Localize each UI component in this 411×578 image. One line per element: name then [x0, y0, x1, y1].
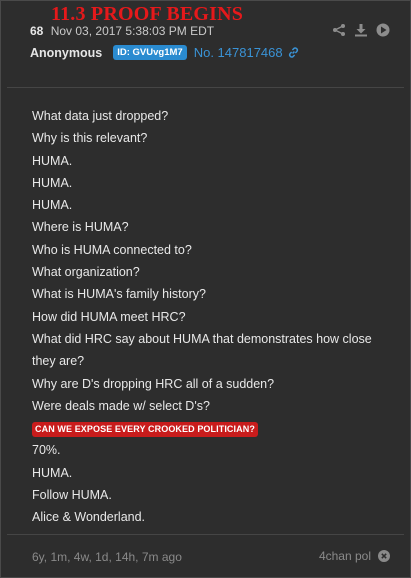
- highlight-line: CAN WE EXPOSE EVERY CROOKED POLITICIAN?: [32, 417, 392, 439]
- body-line: HUMA.: [32, 465, 73, 480]
- post-meta: 68 Nov 03, 2017 5:38:03 PM EDT: [30, 24, 214, 38]
- body-line: HUMA.: [32, 175, 73, 190]
- author-name: Anonymous: [30, 45, 103, 60]
- header-divider: [7, 87, 404, 88]
- body-line: What did HRC say about HUMA that demonst…: [32, 331, 372, 369]
- share-icon[interactable]: [332, 23, 346, 37]
- post-actions: [332, 23, 390, 37]
- forward-icon[interactable]: [376, 23, 390, 37]
- body-line: Follow HUMA.: [32, 488, 112, 503]
- body-line: What organization?: [32, 265, 140, 280]
- close-icon[interactable]: [378, 550, 390, 562]
- body-line: Why are D's dropping HRC all of a sudden…: [32, 376, 275, 391]
- post-age: 6y, 1m, 4w, 1d, 14h, 7m ago: [32, 550, 182, 564]
- body-line: How did HUMA meet HRC?: [32, 309, 186, 324]
- body-line: What data just dropped?: [32, 109, 169, 123]
- highlighted-text: CAN WE EXPOSE EVERY CROOKED POLITICIAN?: [32, 422, 258, 438]
- download-icon[interactable]: [354, 23, 368, 37]
- body-line: HUMA.: [32, 153, 73, 168]
- post-body: What data just dropped? Why is this rele…: [32, 105, 392, 529]
- body-line: Where is HUMA?: [32, 220, 129, 235]
- source-label: 4chan pol: [318, 549, 371, 563]
- post-source: 4chan pol: [319, 549, 390, 563]
- post-card: 11.3 PROOF BEGINS 68 Nov 03, 2017 5:38:0…: [0, 0, 411, 578]
- poster-id-badge[interactable]: ID: GVUvg1M7: [113, 45, 187, 60]
- banner-title: 11.3 PROOF BEGINS: [51, 3, 244, 25]
- body-line: Who is HUMA connected to?: [32, 242, 192, 257]
- body-line: What is HUMA's family history?: [32, 287, 206, 302]
- post-number-link[interactable]: No. 147817468: [194, 45, 283, 60]
- body-line: HUMA.: [32, 198, 73, 213]
- body-line: Why is this relevant?: [32, 131, 148, 146]
- post-count: 68: [30, 24, 44, 38]
- body-line: 70%.: [32, 443, 61, 458]
- body-line: Alice & Wonderland.: [32, 510, 146, 525]
- body-line: Were deals made w/ select D's?: [32, 398, 210, 413]
- post-date: Nov 03, 2017 5:38:03 PM EDT: [50, 24, 215, 38]
- author-row: Anonymous ID: GVUvg1M7 No. 147817468: [30, 45, 300, 60]
- footer-divider: [7, 534, 404, 535]
- link-icon[interactable]: [287, 46, 300, 59]
